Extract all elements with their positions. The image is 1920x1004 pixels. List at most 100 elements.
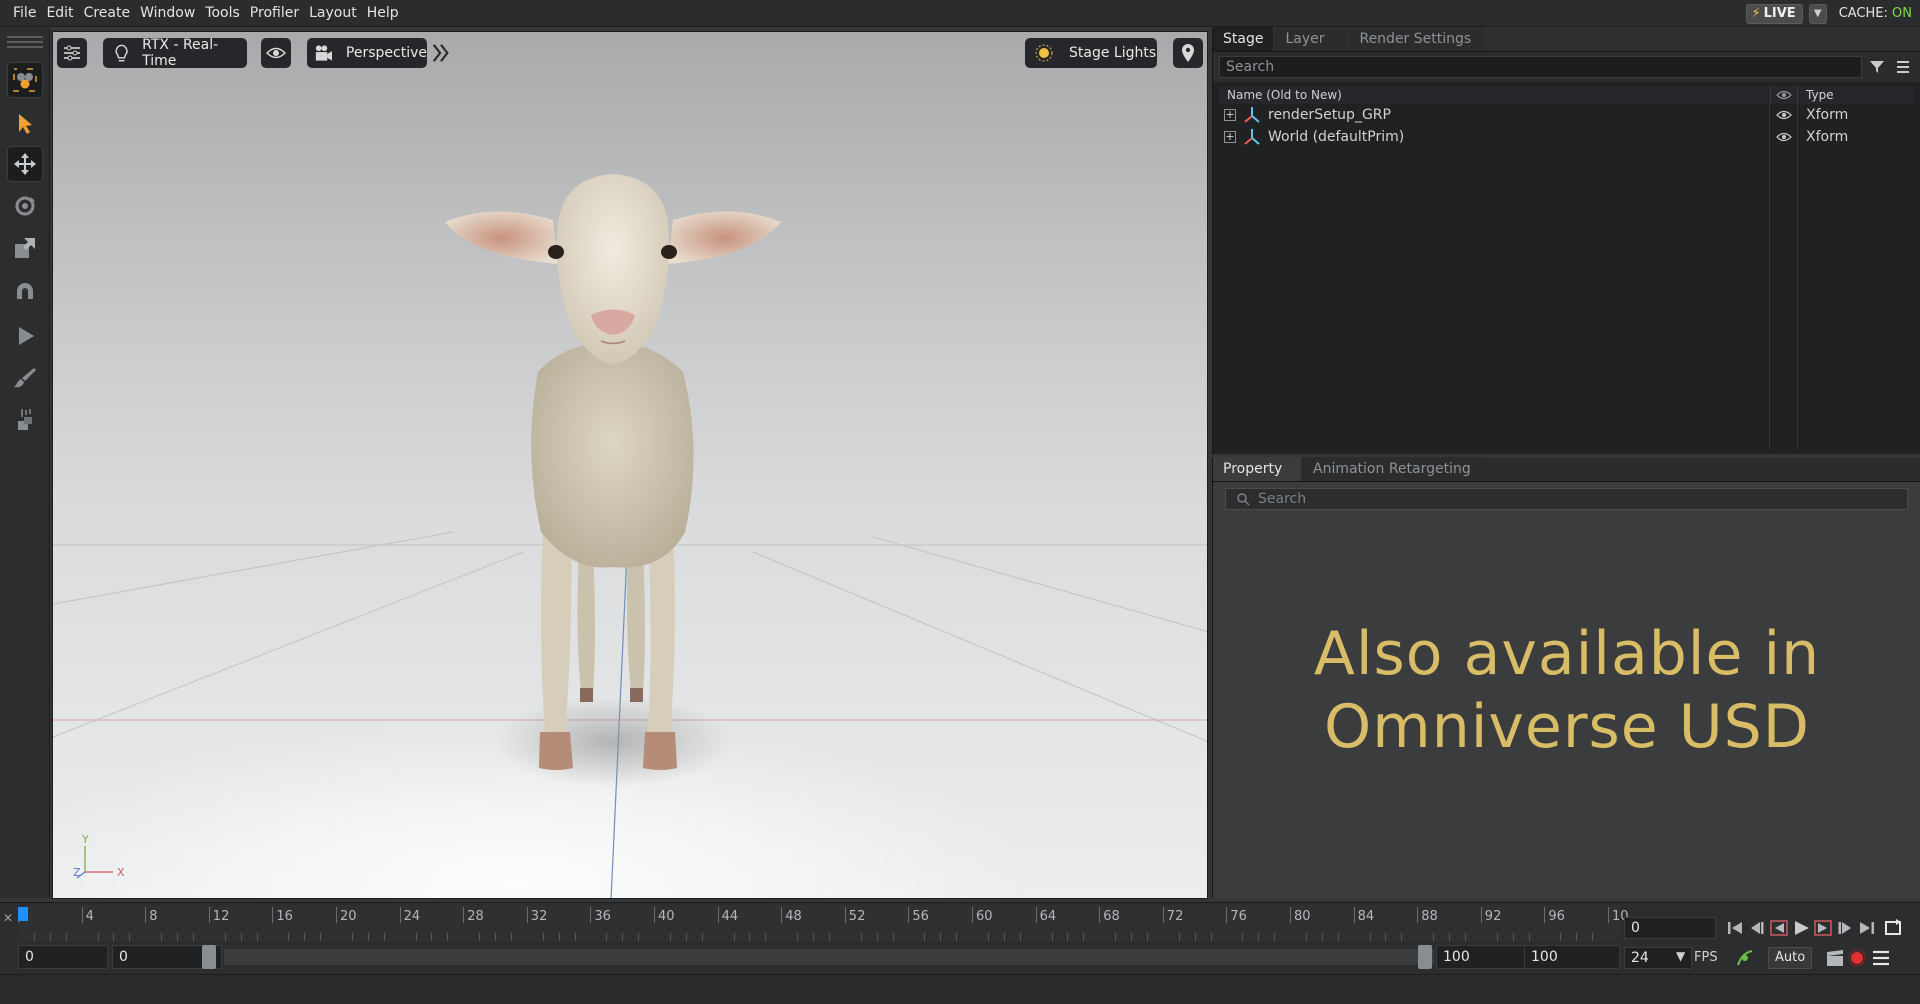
snap-tool-button[interactable] <box>7 274 43 310</box>
double-chevron-right-icon <box>432 44 449 62</box>
tab-stage[interactable]: Stage <box>1213 27 1274 51</box>
live-dropdown-button[interactable]: ▼ <box>1808 3 1827 24</box>
range-row: 0 0 100 100 <box>18 945 1620 969</box>
visibility-button[interactable] <box>261 38 291 68</box>
hamburger-menu-icon[interactable] <box>1892 56 1914 78</box>
playhead[interactable] <box>18 907 28 921</box>
range-end-handle[interactable] <box>1418 945 1432 969</box>
scale-tool-button[interactable] <box>7 230 43 266</box>
ruler-minor-tick <box>606 933 608 941</box>
play-tool-button[interactable] <box>7 318 43 354</box>
end-frame-field[interactable]: 100 <box>1524 945 1620 969</box>
select-mode-button[interactable] <box>7 62 43 98</box>
select-tool-button[interactable] <box>7 106 43 142</box>
live-button[interactable]: ⚡ LIVE <box>1746 3 1803 24</box>
location-pin-button[interactable] <box>1173 38 1203 68</box>
start-frame-field[interactable]: 0 <box>18 945 108 969</box>
menu-file[interactable]: File <box>8 0 41 27</box>
viewport[interactable]: RTX - Real-Time Perspective Stage Lights… <box>52 31 1208 899</box>
ruler-major-tick <box>81 907 83 923</box>
record-icon[interactable] <box>1846 947 1868 969</box>
menu-create[interactable]: Create <box>79 0 136 27</box>
auto-key-button[interactable]: Auto <box>1768 947 1813 969</box>
stage-lights-button[interactable]: Stage Lights <box>1025 38 1157 68</box>
ruler-minor-tick <box>1305 933 1307 941</box>
ruler-major-tick <box>208 907 210 923</box>
menu-edit[interactable]: Edit <box>41 0 78 27</box>
expand-toolbar-button[interactable] <box>431 38 451 68</box>
rotate-tool-button[interactable] <box>7 188 43 224</box>
range-start-handle[interactable] <box>202 945 216 969</box>
ruler-tick-label: 12 <box>212 909 230 924</box>
physics-tool-button[interactable] <box>7 402 43 438</box>
timeline-ruler[interactable]: 4 8 12 16 20 24 28 32 36 40 44 48 52 56 60 64 68 72 76 80 84… <box>18 905 1629 941</box>
current-frame-field[interactable]: 0 <box>1624 917 1716 939</box>
toolbar-grip-icon[interactable] <box>7 36 43 50</box>
eye-icon <box>1776 132 1792 142</box>
keyframe-tangent-icon[interactable] <box>1734 947 1756 969</box>
menu-right-status: ⚡ LIVE ▼ CACHE: ON <box>1746 0 1912 27</box>
step-back-icon[interactable] <box>1746 917 1768 939</box>
visibility-toggle[interactable] <box>1770 109 1798 121</box>
left-toolbar <box>0 28 50 898</box>
menu-layout[interactable]: Layout <box>304 0 362 27</box>
column-type-header[interactable]: Type <box>1798 86 1914 104</box>
clapperboard-icon[interactable] <box>1824 947 1846 969</box>
expand-icon[interactable]: + <box>1224 109 1236 121</box>
range-slider-track[interactable] <box>224 949 1434 965</box>
ruler-tick-label: 32 <box>530 909 548 924</box>
tab-property[interactable]: Property <box>1213 457 1301 481</box>
tab-layer[interactable]: Layer <box>1275 27 1348 51</box>
renderer-button[interactable]: RTX - Real-Time <box>103 37 247 69</box>
stage-lights-label: Stage Lights <box>1069 45 1157 61</box>
chevron-down-icon[interactable]: ▼ <box>1676 949 1685 963</box>
ruler-minor-tick <box>320 933 322 941</box>
ruler-major-tick <box>844 907 846 923</box>
close-icon[interactable]: ✕ <box>3 911 13 925</box>
property-search-input[interactable]: Search <box>1225 488 1908 510</box>
ruler-minor-tick <box>860 933 862 941</box>
visibility-toggle[interactable] <box>1770 131 1798 143</box>
ruler-minor-tick <box>1178 933 1180 941</box>
step-forward-icon[interactable] <box>1834 917 1856 939</box>
hamburger-menu-icon[interactable] <box>1870 947 1892 969</box>
ruler-tick-label: 16 <box>276 909 293 924</box>
stage-search-input[interactable]: Search <box>1219 56 1862 78</box>
ruler-minor-tick <box>177 933 178 941</box>
move-tool-button[interactable] <box>7 146 43 182</box>
tab-animation-retargeting[interactable]: Animation Retargeting <box>1303 457 1483 481</box>
ruler-major-tick <box>1162 907 1164 923</box>
menu-tools[interactable]: Tools <box>200 0 245 27</box>
range-end-field[interactable]: 100 <box>1436 945 1538 969</box>
play-backward-icon[interactable] <box>1768 917 1790 939</box>
ruler-major-tick <box>781 907 783 923</box>
menu-help[interactable]: Help <box>362 0 404 27</box>
ruler-minor-tick <box>510 933 512 941</box>
tree-row[interactable]: + renderSetup_GRP Xform <box>1219 104 1914 126</box>
viewport-settings-button[interactable] <box>57 38 87 68</box>
skip-to-start-icon[interactable] <box>1724 917 1746 939</box>
loop-icon[interactable] <box>1882 917 1904 939</box>
ruler-major-tick <box>908 907 910 923</box>
play-forward-icon[interactable] <box>1812 917 1834 939</box>
camera-button[interactable]: Perspective <box>307 38 427 68</box>
filter-icon[interactable] <box>1866 56 1888 78</box>
play-icon[interactable] <box>1790 917 1812 939</box>
column-visibility-header[interactable] <box>1770 86 1798 104</box>
ruler-major-tick <box>1290 907 1291 923</box>
property-tabbar: Property Animation Retargeting <box>1213 457 1920 482</box>
ruler-minor-tick <box>447 933 449 941</box>
ruler-minor-tick <box>876 933 878 941</box>
menu-window[interactable]: Window <box>135 0 200 27</box>
menu-profiler[interactable]: Profiler <box>245 0 304 27</box>
skip-to-end-icon[interactable] <box>1856 917 1878 939</box>
timeline: ✕ 4 8 12 16 20 24 28 32 36 40 44 48 52 56 60 64 68 72 76 80… <box>0 902 1920 974</box>
ruler-minor-tick <box>558 933 560 941</box>
expand-icon[interactable]: + <box>1224 131 1236 143</box>
tree-row[interactable]: + World (defaultPrim) Xform <box>1219 126 1914 148</box>
ruler-minor-tick <box>1401 933 1403 941</box>
column-name-header[interactable]: Name (Old to New) <box>1219 86 1770 104</box>
tab-render-settings[interactable]: Render Settings <box>1349 27 1486 51</box>
paint-tool-button[interactable] <box>7 360 43 396</box>
status-bar <box>0 974 1920 1004</box>
